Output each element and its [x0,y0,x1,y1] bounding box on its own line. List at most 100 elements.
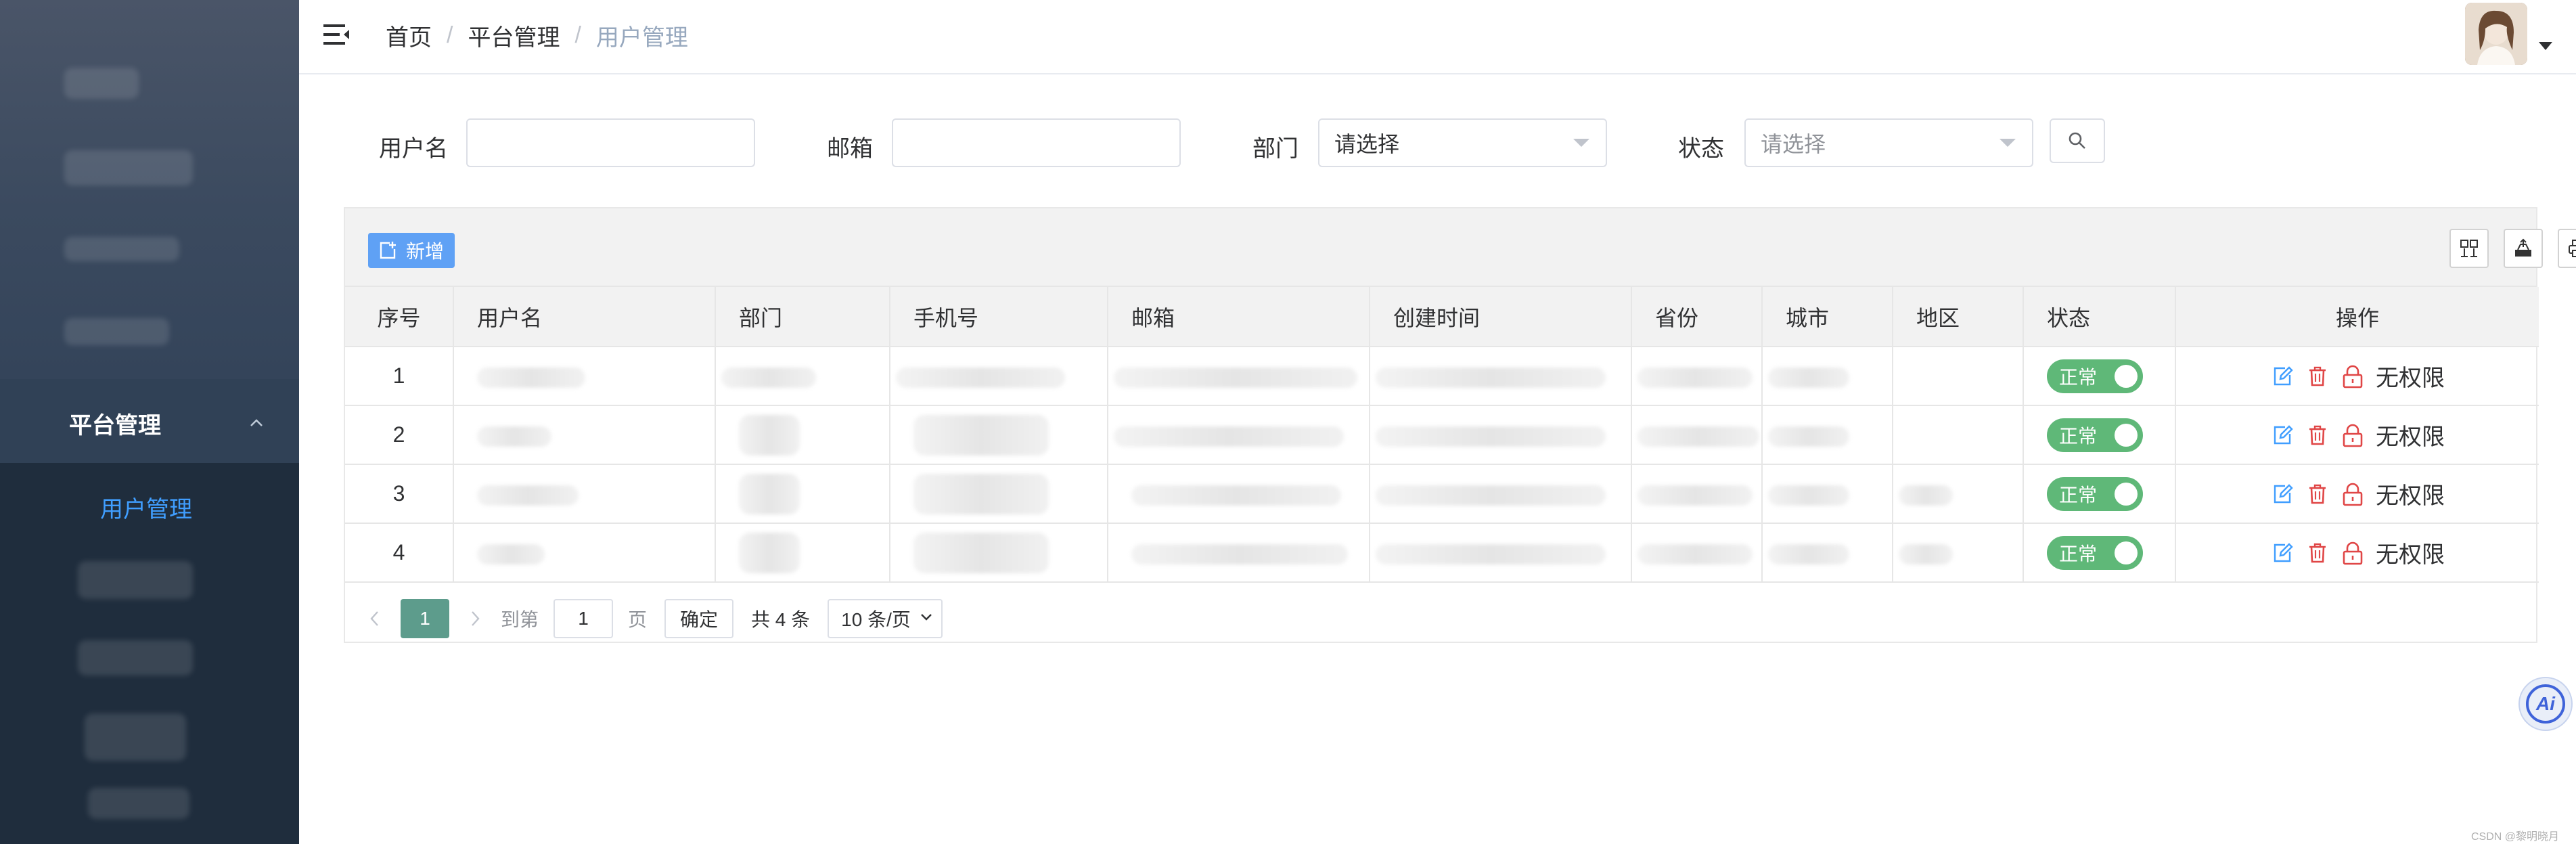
page-unit-label: 页 [628,609,648,630]
status-toggle[interactable]: 正常 [2047,535,2143,570]
status-toggle[interactable]: 正常 [2047,359,2143,393]
total-count: 共 4 条 [751,609,811,630]
column-header[interactable]: 城市 [1762,287,1893,347]
permission-label: 无权限 [2376,365,2445,391]
column-header[interactable]: 操作 [2175,287,2539,347]
sidebar-item-redacted[interactable] [78,640,193,675]
sidebar-item-redacted[interactable] [64,68,139,99]
sidebar-item-redacted[interactable] [85,713,186,761]
breadcrumb-separator: / [574,22,581,48]
table-toolbar: 新增 [345,208,2576,287]
status-select[interactable]: 请选择 [1744,118,2033,167]
caret-down-icon [1573,139,1589,147]
goto-page-input[interactable]: 1 [553,599,614,638]
cell-redacted [1762,523,1893,583]
column-header[interactable]: 邮箱 [1108,287,1370,347]
sidebar-item-redacted[interactable] [88,788,189,819]
cell-redacted [1108,405,1370,465]
breadcrumb-home[interactable]: 首页 [386,19,432,52]
table-row[interactable]: 4 正常 无权限 [345,523,2539,583]
cell-redacted [1370,464,1632,524]
table-panel: 新增 序号 用户名 部门 手机号 邮箱 创建时间 省份 城市 地区 状态 操作 … [344,207,2576,643]
table-row[interactable]: 3 正常 无权限 [345,464,2539,524]
pagination: 1 到第 1 页 确定 共 4 条 10 条/页 [345,594,2536,643]
search-icon [2069,132,2085,149]
print-button[interactable] [2558,229,2576,268]
add-button[interactable]: 新增 [368,233,455,268]
ai-assistant-button[interactable]: Ai [2518,677,2573,731]
column-header[interactable]: 状态 [2023,287,2176,347]
caret-down-icon[interactable] [2539,42,2552,50]
sidebar: 平台管理 用户管理 [0,0,299,844]
status-toggle[interactable]: 正常 [2047,418,2143,452]
columns-button[interactable] [2449,229,2489,268]
sidebar-item-user-management[interactable]: 用户管理 [0,477,299,531]
sidebar-item-redacted[interactable] [64,237,179,261]
cell-redacted [453,464,716,524]
edit-icon[interactable] [2270,541,2295,565]
edit-icon[interactable] [2270,364,2295,388]
column-header[interactable]: 省份 [1631,287,1763,347]
cell-redacted [453,405,716,465]
edit-icon[interactable] [2270,423,2295,447]
column-header[interactable]: 序号 [345,287,454,347]
column-header[interactable]: 部门 [715,287,890,347]
column-header[interactable]: 手机号 [890,287,1108,347]
sidebar-logo-area [0,0,299,379]
sidebar-item-redacted[interactable] [78,561,193,599]
dept-select[interactable]: 请选择 [1318,118,1607,167]
permission-label: 无权限 [2376,424,2445,450]
row-index: 1 [345,347,454,406]
sidebar-item-redacted[interactable] [64,318,169,345]
page-number-current[interactable]: 1 [401,599,449,638]
cell-redacted [715,464,890,524]
table-row[interactable]: 2 正常 无权限 [345,405,2539,465]
cell-redacted [1631,464,1763,524]
cell-redacted [453,347,716,406]
delete-icon[interactable] [2305,482,2330,506]
cell-redacted [1762,405,1893,465]
avatar[interactable] [2465,3,2527,65]
menu-fold-icon[interactable] [323,23,351,46]
sidebar-item-label: 用户管理 [100,497,192,523]
cell-redacted [1370,347,1632,406]
row-index: 4 [345,523,454,583]
actions-cell: 无权限 [2175,347,2539,406]
username-input[interactable] [466,118,755,167]
email-input[interactable] [892,118,1181,167]
goto-label: 到第 [501,609,539,630]
lock-icon[interactable] [2341,482,2365,506]
chevron-down-icon [921,614,932,621]
page-size-select[interactable]: 10 条/页 [828,599,943,638]
status-toggle[interactable]: 正常 [2047,476,2143,511]
export-icon [2515,238,2531,257]
status-toggle-label: 正常 [2059,543,2098,564]
sidebar-item-redacted[interactable] [64,150,193,185]
lock-icon[interactable] [2341,364,2365,388]
goto-confirm-button[interactable]: 确定 [664,599,734,638]
toggle-knob [2115,423,2138,447]
cell-redacted [1762,464,1893,524]
export-button[interactable] [2504,229,2543,268]
caret-down-icon [1999,139,2016,147]
lock-icon[interactable] [2341,541,2365,565]
column-header[interactable]: 用户名 [453,287,716,347]
delete-icon[interactable] [2305,541,2330,565]
next-page-icon[interactable] [464,608,486,629]
cell-redacted [715,523,890,583]
column-header[interactable]: 地区 [1893,287,2024,347]
delete-icon[interactable] [2305,364,2330,388]
column-header[interactable]: 创建时间 [1370,287,1632,347]
sidebar-item-platform[interactable]: 平台管理 [0,396,299,450]
status-toggle-label: 正常 [2059,366,2098,388]
search-button[interactable] [2050,118,2105,163]
edit-icon[interactable] [2270,482,2295,506]
lock-icon[interactable] [2341,423,2365,447]
breadcrumb-platform[interactable]: 平台管理 [468,19,560,52]
delete-icon[interactable] [2305,423,2330,447]
table-row[interactable]: 1 正常 无权限 [345,347,2539,406]
actions-cell: 无权限 [2175,464,2539,524]
prev-page-icon[interactable] [364,608,386,629]
permission-label: 无权限 [2376,483,2445,509]
dept-select-value: 请选择 [1334,132,1400,156]
